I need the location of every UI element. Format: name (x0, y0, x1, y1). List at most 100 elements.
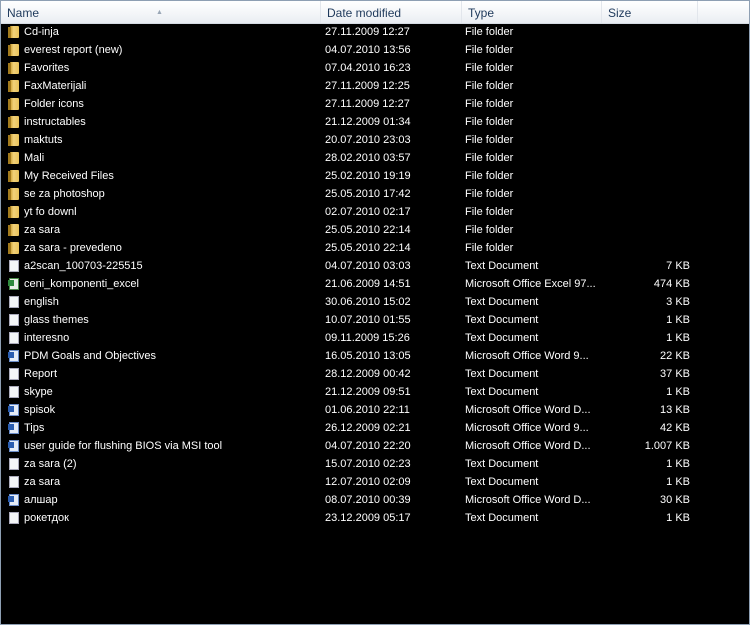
folder-icon (8, 170, 19, 182)
file-name: рокетдок (24, 512, 69, 524)
column-type-label: Type (468, 6, 495, 20)
file-type: Text Document (465, 386, 539, 398)
file-name: za sara (24, 476, 61, 488)
file-row[interactable]: Mali 28.02.2010 03:57 File folder (1, 149, 747, 167)
file-row[interactable]: Favorites 07.04.2010 16:23 File folder (1, 59, 747, 77)
folder-icon (8, 242, 19, 254)
file-row[interactable]: алшар 08.07.2010 00:39 Microsoft Office Wo… (1, 491, 747, 509)
file-date-modified: 28.02.2010 03:57 (325, 152, 411, 164)
folder-icon (8, 152, 19, 164)
file-row[interactable]: everest report (new) 04.07.2010 13:56 File… (1, 41, 747, 59)
file-row[interactable]: instructables 21.12.2009 01:34 File folder (1, 113, 747, 131)
text-file-icon (9, 260, 19, 272)
file-row[interactable]: ceni_komponenti_excel 21.06.2009 14:51 Mic… (1, 275, 747, 293)
file-row[interactable]: Folder icons 27.11.2009 12:27 File folder (1, 95, 747, 113)
file-row[interactable]: FaxMaterijali 27.11.2009 12:25 File folder (1, 77, 747, 95)
text-file-icon (9, 314, 19, 326)
column-header-date[interactable]: Date modified (321, 1, 462, 23)
file-row[interactable]: My Received Files 25.02.2010 19:19 File fo… (1, 167, 747, 185)
file-name: za sara - prevedeno (24, 242, 122, 254)
file-size: 42 KB (660, 422, 690, 434)
folder-icon (8, 26, 19, 38)
file-size: 22 KB (660, 350, 690, 362)
file-date-modified: 02.07.2010 02:17 (325, 206, 411, 218)
word-file-icon (8, 494, 19, 506)
file-row[interactable]: za sara (2) 15.07.2010 02:23 Text Document… (1, 455, 747, 473)
folder-icon (8, 206, 19, 218)
file-type: Microsoft Office Word 9... (465, 422, 589, 434)
file-date-modified: 21.12.2009 01:34 (325, 116, 411, 128)
file-size: 1 KB (666, 386, 690, 398)
column-header-type[interactable]: Type (462, 1, 602, 23)
file-size: 1 KB (666, 332, 690, 344)
file-size: 1.007 KB (644, 440, 690, 452)
file-row[interactable]: maktuts 20.07.2010 23:03 File folder (1, 131, 747, 149)
file-row[interactable]: za sara 12.07.2010 02:09 Text Document 1 KB (1, 473, 747, 491)
file-type: Text Document (465, 314, 539, 326)
column-date-label: Date modified (327, 6, 402, 20)
file-row[interactable]: glass themes 10.07.2010 01:55 Text Documen… (1, 311, 747, 329)
column-header-size[interactable]: Size (602, 1, 698, 23)
file-row[interactable]: user guide for flushing BIOS via MSI too… (1, 437, 747, 455)
file-date-modified: 16.05.2010 13:05 (325, 350, 411, 362)
file-size: 3 KB (666, 296, 690, 308)
file-date-modified: 15.07.2010 02:23 (325, 458, 411, 470)
word-file-icon (8, 440, 19, 452)
file-date-modified: 21.06.2009 14:51 (325, 278, 411, 290)
text-file-icon (9, 386, 19, 398)
file-type: File folder (465, 44, 514, 56)
file-type: File folder (465, 62, 514, 74)
file-date-modified: 09.11.2009 15:26 (325, 332, 410, 344)
file-type: File folder (465, 224, 514, 236)
file-row[interactable]: a2scan_100703-225515 04.07.2010 03:03 Text… (1, 257, 747, 275)
file-type: Microsoft Office Word D... (465, 494, 591, 506)
file-row[interactable]: skype 21.12.2009 09:51 Text Document 1 KB (1, 383, 747, 401)
file-date-modified: 07.04.2010 16:23 (325, 62, 411, 74)
file-row[interactable]: se za photoshop 25.05.2010 17:42 File fold… (1, 185, 747, 203)
file-row[interactable]: yt fo downl 02.07.2010 02:17 File folder (1, 203, 747, 221)
file-date-modified: 20.07.2010 23:03 (325, 134, 411, 146)
file-type: File folder (465, 242, 514, 254)
file-row[interactable]: Tips 26.12.2009 02:21 Microsoft Office Wor… (1, 419, 747, 437)
file-size: 13 KB (660, 404, 690, 416)
file-type: Text Document (465, 368, 539, 380)
file-row[interactable]: рокетдок 23.12.2009 05:17 Text Document 1 K… (1, 509, 747, 527)
file-date-modified: 27.11.2009 12:27 (325, 98, 410, 110)
file-date-modified: 27.11.2009 12:25 (325, 80, 410, 92)
folder-icon (8, 98, 19, 110)
folder-icon (8, 62, 19, 74)
file-row[interactable]: english 30.06.2010 15:02 Text Document 3 KB (1, 293, 747, 311)
file-row[interactable]: PDM Goals and Objectives 16.05.2010 13:05… (1, 347, 747, 365)
file-date-modified: 10.07.2010 01:55 (325, 314, 411, 326)
word-file-icon (8, 422, 19, 434)
file-row[interactable]: Cd-inja 27.11.2009 12:27 File folder (1, 23, 747, 41)
word-file-icon (8, 404, 19, 416)
file-name: Favorites (24, 62, 70, 74)
file-row[interactable]: interesno 09.11.2009 15:26 Text Document 1 … (1, 329, 747, 347)
file-date-modified: 27.11.2009 12:27 (325, 26, 410, 38)
file-date-modified: 12.07.2010 02:09 (325, 476, 411, 488)
folder-icon (8, 116, 19, 128)
text-file-icon (9, 458, 19, 470)
file-name: PDM Goals and Objectives (24, 350, 157, 362)
file-type: Microsoft Office Word 9... (465, 350, 589, 362)
file-name: skype (24, 386, 53, 398)
file-row[interactable]: za sara 25.05.2010 22:14 File folder (1, 221, 747, 239)
file-name: yt fo downl (24, 206, 77, 218)
file-date-modified: 23.12.2009 05:17 (325, 512, 411, 524)
file-type: Microsoft Office Excel 97... (465, 278, 596, 290)
file-row[interactable]: Report 28.12.2009 00:42 Text Document 37 KB (1, 365, 747, 383)
excel-file-icon (8, 278, 19, 290)
file-type: Text Document (465, 512, 539, 524)
file-date-modified: 25.05.2010 17:42 (325, 188, 411, 200)
file-name: se za photoshop (24, 188, 105, 200)
column-header-name[interactable]: Name ▲ (1, 1, 321, 23)
sort-ascending-icon: ▲ (156, 9, 163, 16)
file-size: 7 KB (666, 260, 690, 272)
file-row[interactable]: za sara - prevedeno 25.05.2010 22:14 File … (1, 239, 747, 257)
file-row[interactable]: spisok 01.06.2010 22:11 Microsoft Office W… (1, 401, 747, 419)
file-list: Cd-inja 27.11.2009 12:27 File folder everes… (1, 23, 747, 527)
file-size: 37 KB (660, 368, 690, 380)
text-file-icon (9, 368, 19, 380)
file-name: FaxMaterijali (24, 80, 87, 92)
